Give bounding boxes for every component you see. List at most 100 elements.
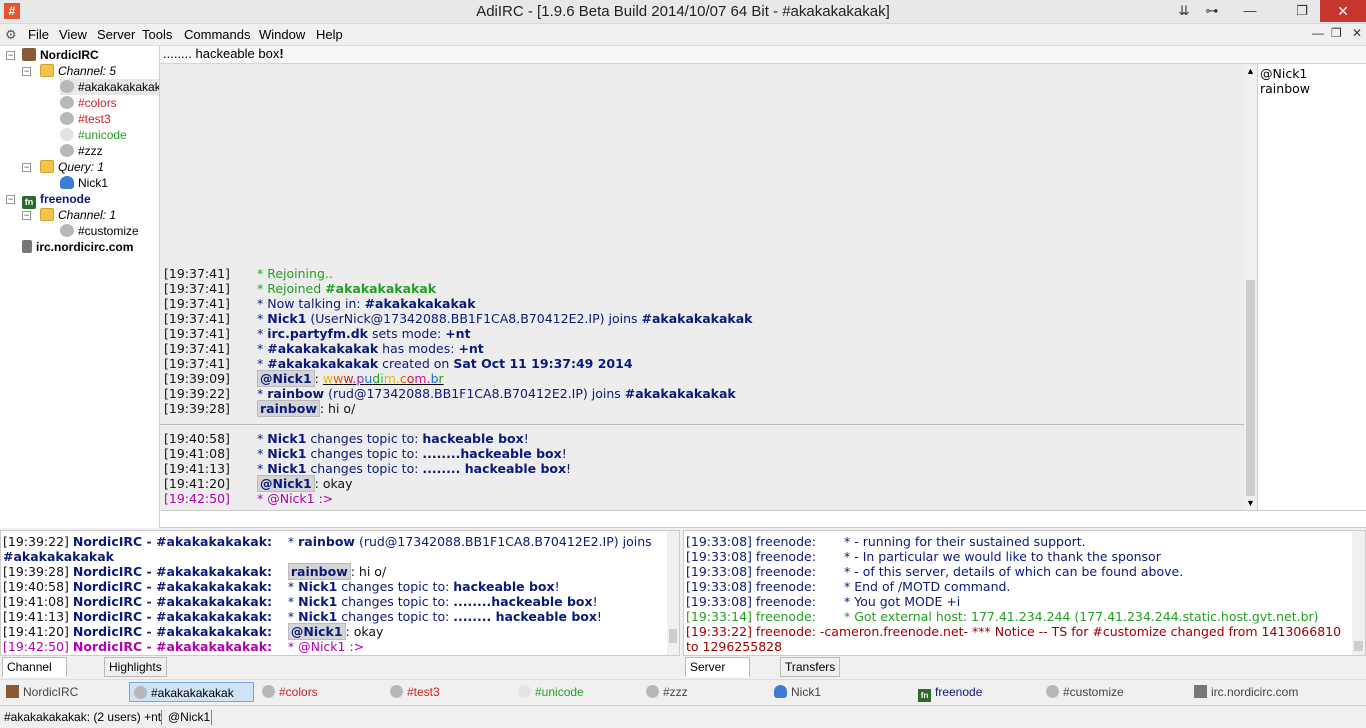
chat-line: [19:41:13] * Nick1 changes topic to: ....… (164, 461, 571, 476)
timestamp: [19:37:41] (164, 356, 230, 371)
collapse-icon[interactable]: − (22, 67, 31, 76)
window-title: AdiIRC - [1.9.6 Beta Build 2014/10/07 64… (476, 3, 890, 20)
message-input[interactable] (160, 510, 1366, 528)
close-button[interactable]: ✕ (1320, 0, 1366, 22)
tree-item-irc-nordicirc[interactable]: irc.nordicirc.com (22, 239, 133, 255)
nick-label[interactable]: @Nick1 (287, 623, 346, 640)
switchbar-item-customize[interactable]: #customize (1042, 682, 1182, 702)
restore-icon[interactable]: ⇊ (1170, 0, 1198, 22)
scroll-thumb[interactable] (1354, 641, 1363, 651)
menu-view[interactable]: View (59, 27, 87, 42)
message-text: ! (592, 594, 598, 609)
switchbar-item-irc-nordicirc[interactable]: irc.nordicirc.com (1190, 682, 1340, 702)
timestamp: [19:33:22] freenode: (686, 624, 820, 639)
menu-file[interactable]: File (28, 27, 49, 42)
collapse-icon[interactable]: − (6, 195, 15, 204)
scroll-up-icon[interactable]: ▲ (1244, 64, 1257, 78)
menu-commands[interactable]: Commands (184, 27, 250, 42)
child-minimize-icon[interactable]: — (1312, 26, 1324, 40)
minimize-button[interactable]: — (1236, 0, 1264, 22)
tree-item-channel-folder[interactable]: Channel: 5 (40, 63, 116, 79)
maximize-button[interactable]: ❐ (1288, 0, 1316, 22)
timestamp: [19:33:14] freenode: (686, 609, 816, 624)
message-text: #akakakakakak (364, 296, 476, 311)
menu-window[interactable]: Window (259, 27, 305, 42)
scroll-thumb[interactable] (669, 629, 677, 643)
nick-label[interactable]: rainbow (287, 563, 351, 580)
timestamp: [19:41:08] (164, 446, 230, 461)
tree-item-test3[interactable]: #test3 (60, 111, 111, 127)
message-text: * (257, 461, 268, 476)
menu-help[interactable]: Help (316, 27, 343, 42)
nicklist-item[interactable]: rainbow (1260, 81, 1364, 96)
message-text: ! (566, 461, 572, 476)
switchbar-item-akakakakakak[interactable]: #akakakakakak (129, 682, 254, 702)
tree-item-zzz[interactable]: #zzz (60, 143, 103, 159)
timestamp: [19:41:08] (3, 594, 73, 609)
message-text: * (257, 341, 268, 356)
timestamp: [19:39:22] (164, 386, 230, 401)
tree-item-akakakakakak[interactable]: #akakakakakak (60, 79, 159, 95)
switchbar-item-nordicirc[interactable]: NordicIRC (2, 682, 124, 702)
tree-item-unicode[interactable]: #unicode (60, 127, 127, 143)
nick-label[interactable]: @Nick1 (257, 370, 315, 387)
menu-server[interactable]: Server (97, 27, 135, 42)
url-link[interactable]: www.pudim.com.br (323, 371, 444, 386)
switchbar-item-freenode[interactable]: fn freenode (914, 682, 1036, 702)
switchbar-item-zzz[interactable]: #zzz (642, 682, 764, 702)
message-text: * (257, 431, 268, 446)
channel-messages-scrollbar[interactable] (667, 531, 679, 655)
message-text: : hi o/ (319, 401, 356, 416)
tree-item-nick1[interactable]: Nick1 (60, 175, 108, 191)
message-text: #akakakakakak (267, 356, 379, 371)
server-icon (22, 240, 32, 253)
nick-label[interactable]: @Nick1 (257, 475, 315, 492)
child-restore-icon[interactable]: ❐ (1331, 26, 1342, 40)
message-text: * Now talking in: (257, 296, 365, 311)
collapse-icon[interactable]: − (22, 211, 31, 220)
pin-icon[interactable]: ⊶ (1198, 0, 1226, 22)
timestamp: [19:33:08] freenode: (686, 564, 816, 579)
chat-line: [19:41:08] * Nick1 changes topic to: ....… (164, 446, 567, 461)
channel-message-line: [19:42:50] NordicIRC - #akakakakakak: * @… (3, 639, 364, 654)
child-close-icon[interactable]: ✕ (1352, 26, 1362, 40)
topic-text: hackeable box (195, 46, 280, 61)
server-message-line: to 1296255828 (686, 639, 782, 654)
chat-scrollbar[interactable]: ▲ ▼ (1244, 64, 1257, 510)
message-source: NordicIRC - #akakakakakak: (72, 624, 273, 639)
collapse-icon[interactable]: − (6, 51, 15, 60)
server-messages-scrollbar[interactable] (1352, 531, 1365, 655)
tree-item-query-folder[interactable]: Query: 1 (40, 159, 104, 175)
switchbar-item-nick1[interactable]: Nick1 (770, 682, 892, 702)
tab-server-messages[interactable]: Server Messages (685, 657, 750, 692)
title-bar: # AdiIRC - [1.9.6 Beta Build 2014/10/07 … (0, 0, 1366, 24)
message-text: : okay (314, 476, 353, 491)
tree-item-customize[interactable]: #customize (60, 223, 139, 239)
server-icon (6, 685, 19, 698)
tab-highlights[interactable]: Highlights (104, 657, 167, 677)
gear-icon[interactable]: ⚙ (5, 27, 17, 43)
tree-item-colors[interactable]: #colors (60, 95, 117, 111)
message-text: Nick1 (298, 594, 338, 609)
switchbar-item-test3[interactable]: #test3 (386, 682, 508, 702)
switchbar-item-colors[interactable]: #colors (258, 682, 380, 702)
tree-item-freenode[interactable]: fn freenode (22, 191, 91, 209)
scroll-thumb[interactable] (1246, 280, 1255, 496)
menu-tools[interactable]: Tools (142, 27, 172, 42)
timestamp: [19:41:13] (3, 609, 73, 624)
message-text: Nick1 (267, 311, 307, 326)
tab-channel-messages[interactable]: Channel Messages (2, 657, 67, 692)
topic-prefix: ........ (163, 46, 196, 61)
tree-item-channel-folder-2[interactable]: Channel: 1 (40, 207, 116, 223)
message-text: * @Nick1 :> (287, 639, 365, 654)
tree-item-nordicirc[interactable]: NordicIRC (22, 47, 99, 63)
message-text: * Got external host: 177.41.234.244 (177… (844, 609, 1319, 624)
topic-bar[interactable]: ........ hackeable box! (160, 46, 1366, 64)
nicklist-item[interactable]: @Nick1 (1260, 66, 1364, 81)
switchbar-item-unicode[interactable]: #unicode (514, 682, 636, 702)
scroll-down-icon[interactable]: ▼ (1244, 496, 1257, 510)
collapse-icon[interactable]: − (22, 163, 31, 172)
tab-transfers[interactable]: Transfers (780, 657, 841, 677)
chat-window[interactable]: [19:37:41] * Rejoining.. [19:37:41] * Rejoi… (160, 64, 1244, 510)
nick-label[interactable]: rainbow (257, 400, 320, 417)
